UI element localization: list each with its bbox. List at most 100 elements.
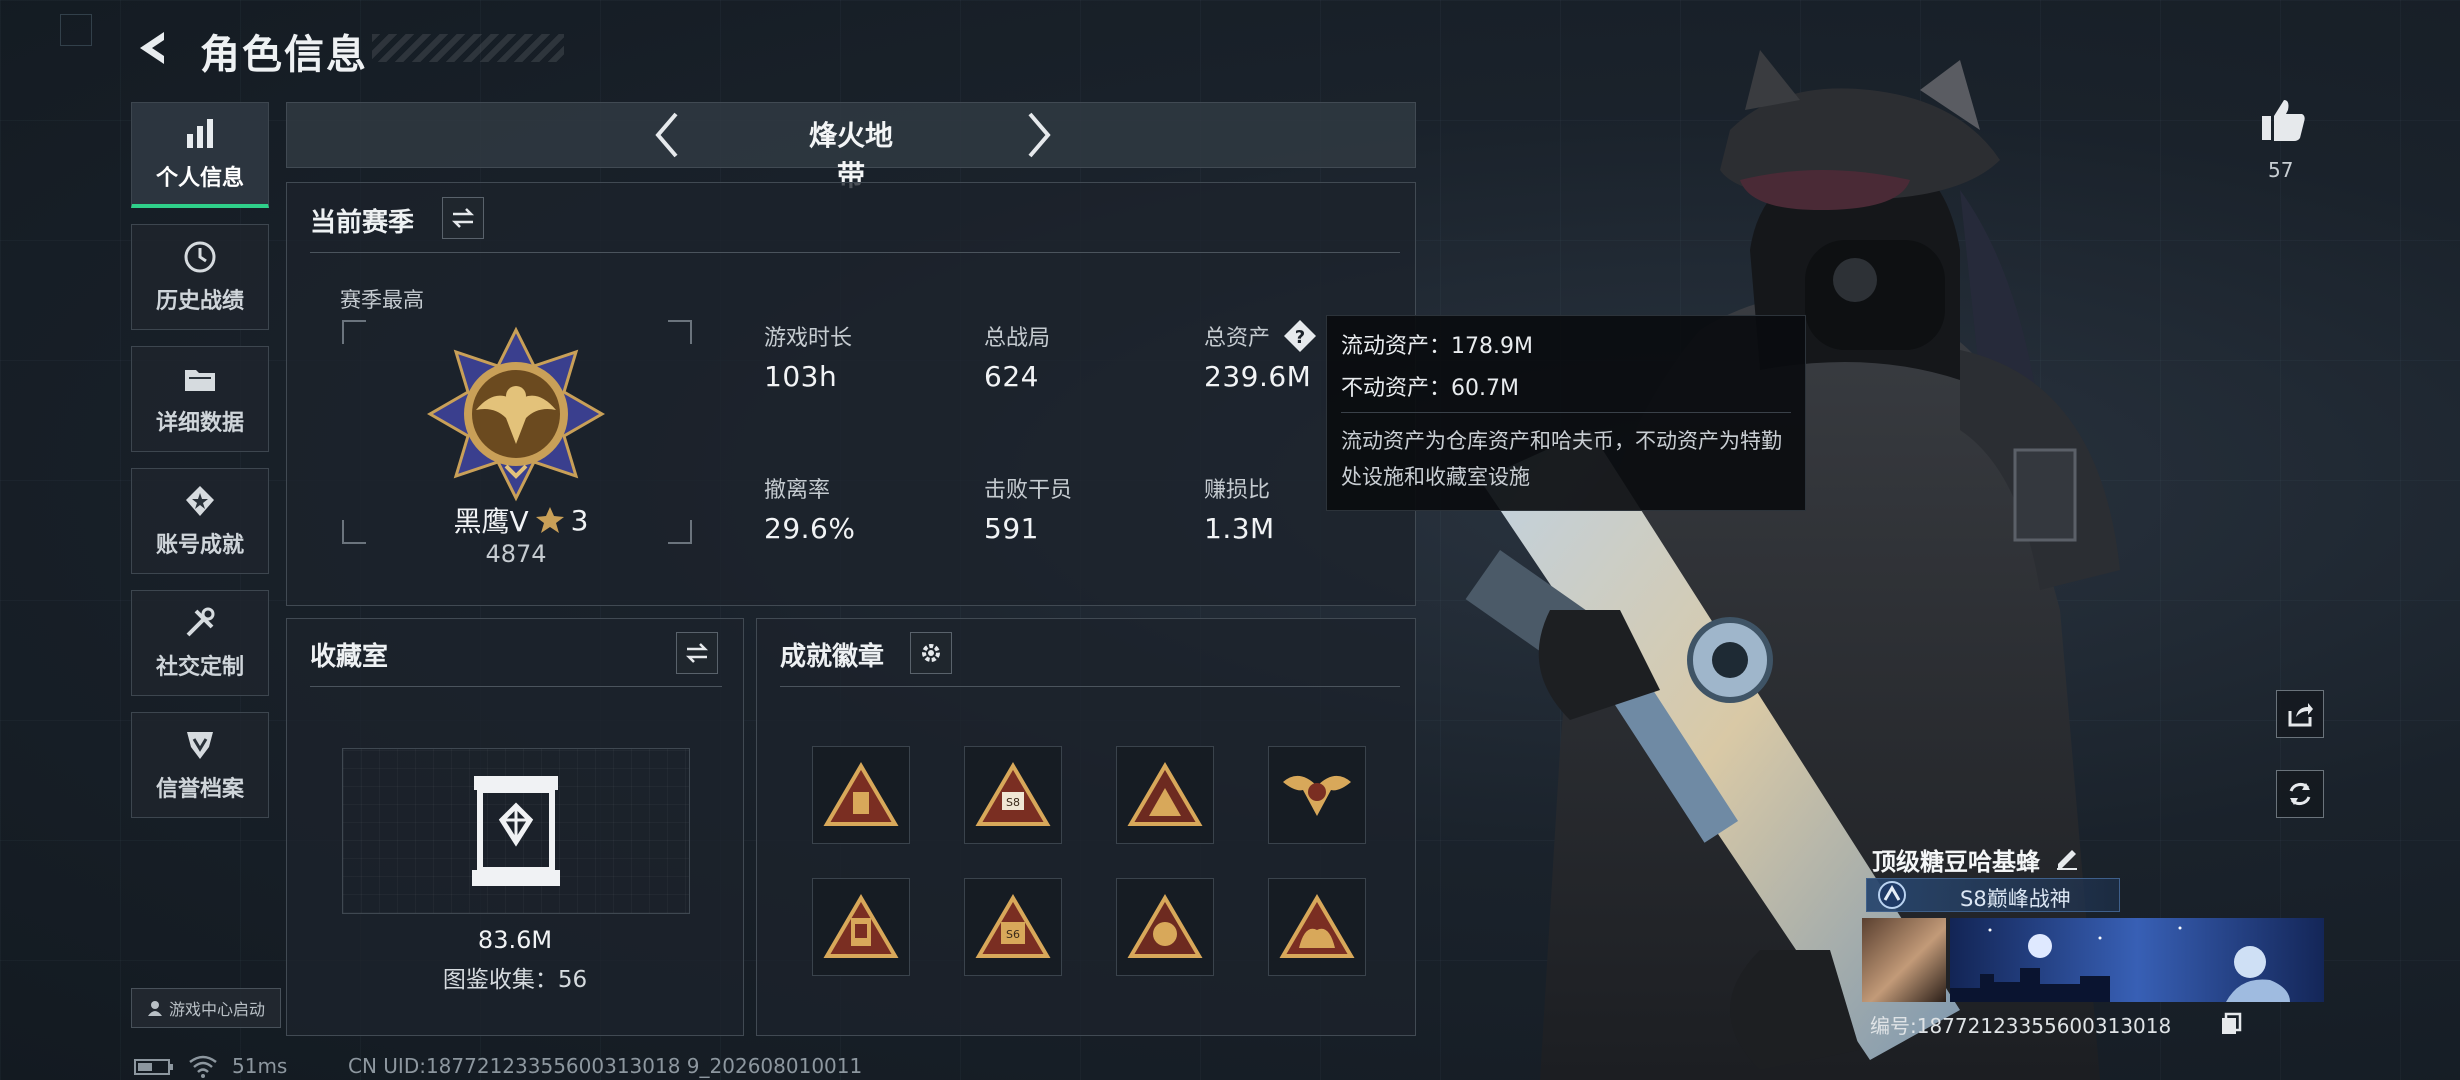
svg-text:S6: S6	[1006, 928, 1020, 941]
badge-slot[interactable]	[1116, 746, 1214, 844]
collection-value: 83.6M	[477, 926, 553, 954]
player-name: 顶级糖豆哈基蜂	[1872, 848, 2040, 876]
sidebar-item-label: 账号成就	[155, 533, 244, 558]
player-uid-card: 编号:18772123355600313018	[1870, 1014, 2172, 1038]
sidebar-item-label: 历史战绩	[155, 289, 244, 314]
ping-value: 51ms	[232, 1054, 288, 1078]
s6-triangle-badge-icon: S6	[975, 894, 1051, 958]
game-center-launch-button[interactable]: 游戏中心启动	[131, 988, 281, 1028]
rank-points: 4874	[485, 540, 547, 568]
shield-icon	[187, 732, 213, 759]
title-stripe	[372, 34, 564, 62]
tooltip-description: 流动资产为仓库资产和哈夫币，不动资产为特勤处设施和收藏室设施	[1341, 429, 1782, 489]
stat-value-extraction-rate: 29.6%	[764, 512, 856, 545]
star-icon	[535, 507, 564, 533]
black-hawk-rank-emblem-icon	[427, 326, 605, 502]
badges-settings-button[interactable]	[910, 632, 952, 674]
rank-name: 黑鹰V	[453, 505, 529, 538]
beast-triangle-badge-icon	[1279, 894, 1355, 958]
tooltip-fixed-assets: 不动资产：60.7M	[1341, 376, 1519, 401]
sidebar-item-label: 信誉档案	[155, 777, 244, 802]
bar-chart-icon	[187, 118, 213, 148]
winged-badge-icon	[1283, 775, 1351, 816]
battery-icon	[134, 1059, 173, 1075]
person-icon	[147, 1001, 162, 1016]
share-icon	[2288, 703, 2313, 727]
stat-value-total-assets: 239.6M	[1204, 360, 1312, 393]
badge-slot[interactable]: S8	[964, 746, 1062, 844]
tooltip-divider	[1341, 412, 1791, 413]
gear-icon	[922, 644, 940, 662]
divider	[310, 686, 722, 687]
display-case-icon	[472, 776, 560, 886]
stat-label-total-matches: 总战局	[984, 326, 1051, 351]
tools-icon	[186, 607, 215, 637]
badge-slot[interactable]	[1268, 746, 1366, 844]
stat-label-profit-loss: 赚损比	[1204, 478, 1271, 503]
tooltip-liquid-assets: 流动资产：178.9M	[1341, 334, 1533, 359]
badge-slot[interactable]	[1268, 878, 1366, 976]
total-assets-tooltip: 流动资产：178.9M 不动资产：60.7M 流动资产为仓库资产和哈夫币，不动资…	[1326, 315, 1806, 511]
swap-icon	[451, 208, 475, 228]
player-banner[interactable]	[1950, 918, 2324, 1002]
thumbs-up-icon[interactable]	[2258, 96, 2308, 146]
share-button[interactable]	[2276, 690, 2324, 738]
help-icon[interactable]: ?	[1282, 318, 1318, 354]
achievement-icon	[186, 486, 214, 516]
arch-triangle-badge-icon	[1127, 762, 1203, 826]
rank-name-row: 黑鹰V 3	[446, 500, 596, 540]
sidebar-item-history[interactable]: 历史战绩	[131, 224, 269, 330]
s8-triangle-badge-icon: S8	[975, 762, 1051, 826]
back-arrow-icon[interactable]	[134, 28, 174, 68]
collection-switch-button[interactable]	[676, 632, 718, 674]
divider	[780, 686, 1400, 687]
like-count: 57	[2268, 158, 2294, 182]
sidebar-item-achievements[interactable]: 账号成就	[131, 468, 269, 574]
status-uid: CN UID:18772123355600313018 9_2026080100…	[348, 1054, 863, 1078]
badge-slot[interactable]	[812, 746, 910, 844]
refresh-icon	[2289, 783, 2311, 805]
badge-slot[interactable]	[812, 878, 910, 976]
badge-slot[interactable]	[1116, 878, 1214, 976]
peak-rank-icon	[1878, 881, 1906, 909]
stat-label-operators-defeated: 击败干员	[984, 478, 1073, 503]
stat-label-play-time: 游戏时长	[764, 326, 853, 351]
chevron-right-icon[interactable]	[1022, 110, 1056, 160]
sidebar-item-detailed-data[interactable]: 详细数据	[131, 346, 269, 452]
refresh-button[interactable]	[2276, 770, 2324, 818]
sidebar-item-label: 社交定制	[155, 655, 244, 680]
copy-icon[interactable]	[2220, 1012, 2242, 1036]
badge-slot[interactable]: S6	[964, 878, 1062, 976]
sidebar-item-credit[interactable]: 信誉档案	[131, 712, 269, 818]
player-avatar[interactable]	[1862, 918, 1946, 1002]
launch-label: 游戏中心启动	[168, 1000, 265, 1019]
history-icon	[184, 241, 216, 273]
stat-label-total-assets: 总资产	[1204, 326, 1271, 351]
chevron-left-icon[interactable]	[650, 110, 684, 160]
stat-value-profit-loss: 1.3M	[1204, 512, 1275, 545]
season-best-label: 赛季最高	[340, 288, 424, 312]
sidebar-item-label: 详细数据	[155, 411, 244, 436]
stat-label-extraction-rate: 撤离率	[764, 478, 831, 503]
stat-value-total-matches: 624	[984, 360, 1039, 393]
svg-text:?: ?	[1295, 327, 1305, 348]
svg-text:S8: S8	[1006, 796, 1020, 809]
sidebar-item-personal-info[interactable]: 个人信息	[131, 102, 269, 208]
sidebar-item-label: 个人信息	[155, 165, 244, 191]
rank-stars: 3	[570, 503, 589, 537]
stat-value-play-time: 103h	[764, 360, 838, 393]
triangle-badge-icon	[823, 762, 899, 826]
page-title: 角色信息	[200, 32, 368, 78]
divider	[310, 252, 1400, 253]
season-heading: 当前赛季	[310, 208, 415, 238]
collection-heading: 收藏室	[310, 642, 389, 672]
sidebar-item-social[interactable]: 社交定制	[131, 590, 269, 696]
edit-pencil-icon[interactable]	[2054, 844, 2080, 870]
stat-value-operators-defeated: 591	[984, 512, 1039, 545]
decor-corner	[60, 14, 92, 46]
badges-heading: 成就徽章	[780, 642, 885, 672]
fist-triangle-badge-icon	[1127, 894, 1203, 958]
season-switch-button[interactable]	[442, 197, 484, 239]
swap-icon	[685, 643, 709, 663]
collection-catalog: 图鉴收集：56	[442, 967, 588, 993]
